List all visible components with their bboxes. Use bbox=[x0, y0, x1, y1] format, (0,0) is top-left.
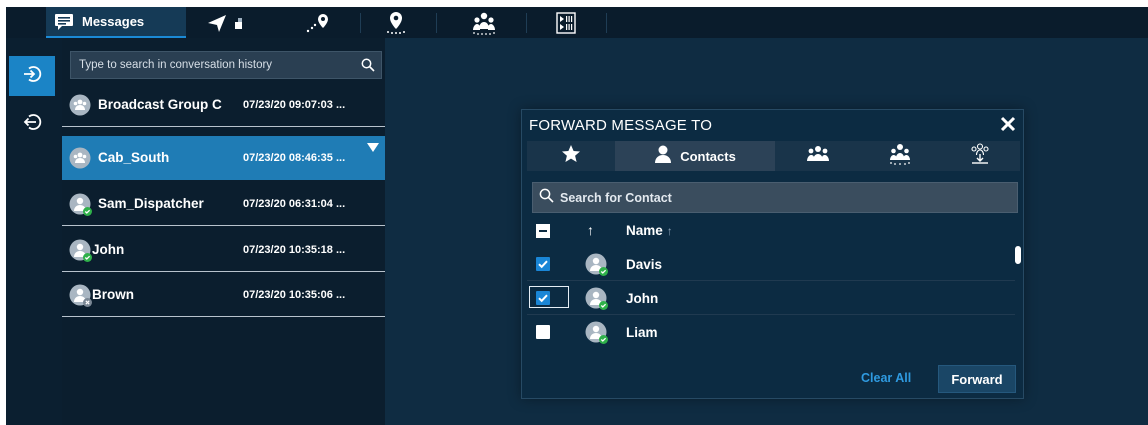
sign-in-icon bbox=[22, 64, 42, 89]
contacts-header-row: ↑ Name ↑ bbox=[527, 217, 1015, 245]
conversation-time: 07/23/20 06:31:04 ... bbox=[243, 197, 346, 210]
conversation-time: 07/23/20 10:35:06 ... bbox=[243, 288, 346, 301]
select-all-checkbox[interactable] bbox=[536, 224, 550, 238]
sign-in-button[interactable] bbox=[9, 56, 55, 96]
tab-separator bbox=[606, 13, 607, 33]
tab-trail[interactable] bbox=[298, 7, 338, 38]
contact-checkbox[interactable] bbox=[536, 325, 550, 339]
user-avatar-offline-icon bbox=[69, 284, 92, 307]
contact-checkbox[interactable] bbox=[536, 291, 550, 305]
map-pin-trail-icon bbox=[305, 12, 331, 34]
conversation-item[interactable]: Sam_Dispatcher 07/23/20 06:31:04 ... bbox=[62, 182, 385, 226]
conversation-item[interactable]: John 07/23/20 10:35:18 ... bbox=[62, 228, 385, 272]
name-column-label: Name bbox=[626, 223, 663, 238]
forward-button[interactable]: Forward bbox=[938, 365, 1016, 393]
conversation-name: Broadcast Group C bbox=[98, 97, 222, 112]
user-avatar-online-icon bbox=[585, 287, 608, 310]
conversation-name: Brown bbox=[92, 287, 134, 302]
contact-icon bbox=[654, 144, 672, 169]
contacts-scrollbar[interactable] bbox=[1015, 246, 1021, 264]
dialog-title: FORWARD MESSAGE TO bbox=[529, 117, 713, 134]
conversation-time: 07/23/20 09:07:03 ... bbox=[243, 98, 346, 111]
contacts-list: Davis John Liam bbox=[522, 245, 1025, 347]
contact-row[interactable]: Liam bbox=[527, 315, 1015, 347]
tab-broadcast-groups[interactable] bbox=[860, 141, 940, 171]
group-avatar-icon bbox=[69, 147, 91, 169]
sign-out-icon bbox=[22, 112, 42, 137]
users-group-icon bbox=[806, 145, 830, 168]
sign-out-button[interactable] bbox=[9, 104, 55, 144]
left-rail bbox=[6, 38, 62, 425]
search-icon bbox=[539, 188, 554, 208]
group-avatar-icon bbox=[69, 94, 91, 116]
tab-separator bbox=[436, 13, 437, 33]
search-icon[interactable] bbox=[361, 58, 375, 77]
tab-messages[interactable]: Messages bbox=[46, 7, 186, 38]
contact-name: Liam bbox=[626, 325, 658, 340]
dialog-footer: Clear All Forward bbox=[522, 358, 1023, 398]
tab-person-location[interactable] bbox=[376, 7, 416, 38]
tab-separator bbox=[360, 13, 361, 33]
tab-location[interactable] bbox=[196, 7, 256, 38]
name-sort-indicator: ↑ bbox=[666, 224, 673, 238]
conversation-name: Sam_Dispatcher bbox=[98, 196, 204, 211]
tab-media[interactable] bbox=[546, 7, 586, 38]
tab-contacts-label: Contacts bbox=[680, 148, 736, 164]
broadcast-group-icon bbox=[888, 143, 912, 170]
download-group-icon bbox=[968, 142, 992, 170]
tab-messages-label: Messages bbox=[82, 14, 145, 29]
dropdown-triangle-icon[interactable] bbox=[367, 140, 379, 158]
search-placeholder: Type to search in conversation history bbox=[79, 59, 273, 71]
conversation-item[interactable]: Broadcast Group C 07/23/20 09:07:03 ... bbox=[62, 83, 385, 127]
tab-separator bbox=[526, 13, 527, 33]
tab-group[interactable] bbox=[464, 7, 504, 38]
user-avatar-online-icon bbox=[585, 253, 608, 276]
sort-arrow-icon[interactable]: ↑ bbox=[587, 222, 594, 238]
media-player-icon bbox=[556, 11, 576, 34]
conversation-name: Cab_South bbox=[98, 150, 170, 165]
location-arrow-icon bbox=[206, 12, 246, 34]
tab-download-groups[interactable] bbox=[940, 141, 1020, 171]
clear-all-link[interactable]: Clear All bbox=[861, 371, 911, 385]
user-avatar-online-icon bbox=[69, 239, 92, 262]
conversation-item-selected[interactable]: Cab_South 07/23/20 08:46:35 ... bbox=[62, 136, 385, 180]
conversation-list: Type to search in conversation history B… bbox=[62, 38, 385, 425]
contact-search-placeholder: Search for Contact bbox=[560, 190, 672, 205]
conversation-time: 07/23/20 08:46:35 ... bbox=[243, 151, 346, 164]
contact-name: Davis bbox=[626, 257, 663, 272]
tab-users[interactable] bbox=[775, 141, 860, 171]
user-avatar-online-icon bbox=[69, 193, 92, 216]
contact-search-input[interactable]: Search for Contact bbox=[532, 182, 1018, 213]
app-window: Messages Type to search in conversation … bbox=[6, 7, 1148, 425]
name-column-header[interactable]: Name ↑ bbox=[626, 223, 673, 238]
contact-name: John bbox=[626, 291, 659, 306]
star-icon bbox=[561, 144, 581, 169]
group-broadcast-icon bbox=[471, 11, 497, 35]
conversation-item[interactable]: Brown 07/23/20 10:35:06 ... bbox=[62, 273, 385, 317]
person-pin-icon bbox=[384, 11, 408, 35]
tab-favorites[interactable] bbox=[527, 141, 615, 171]
contact-row[interactable]: John bbox=[527, 281, 1015, 315]
conversation-search-input[interactable]: Type to search in conversation history bbox=[70, 51, 382, 79]
contact-row[interactable]: Davis bbox=[527, 247, 1015, 281]
message-icon bbox=[54, 13, 74, 31]
tab-contacts[interactable]: Contacts bbox=[615, 141, 775, 171]
dialog-tab-bar: Contacts bbox=[527, 141, 1020, 171]
contact-checkbox[interactable] bbox=[536, 257, 550, 271]
user-avatar-online-icon bbox=[585, 321, 608, 344]
conversation-time: 07/23/20 10:35:18 ... bbox=[243, 243, 346, 256]
close-icon[interactable] bbox=[1000, 116, 1016, 132]
forward-message-dialog: FORWARD MESSAGE TO Contacts Search for C… bbox=[521, 109, 1024, 399]
top-tab-bar: Messages bbox=[6, 7, 1148, 38]
conversation-name: John bbox=[92, 242, 125, 257]
